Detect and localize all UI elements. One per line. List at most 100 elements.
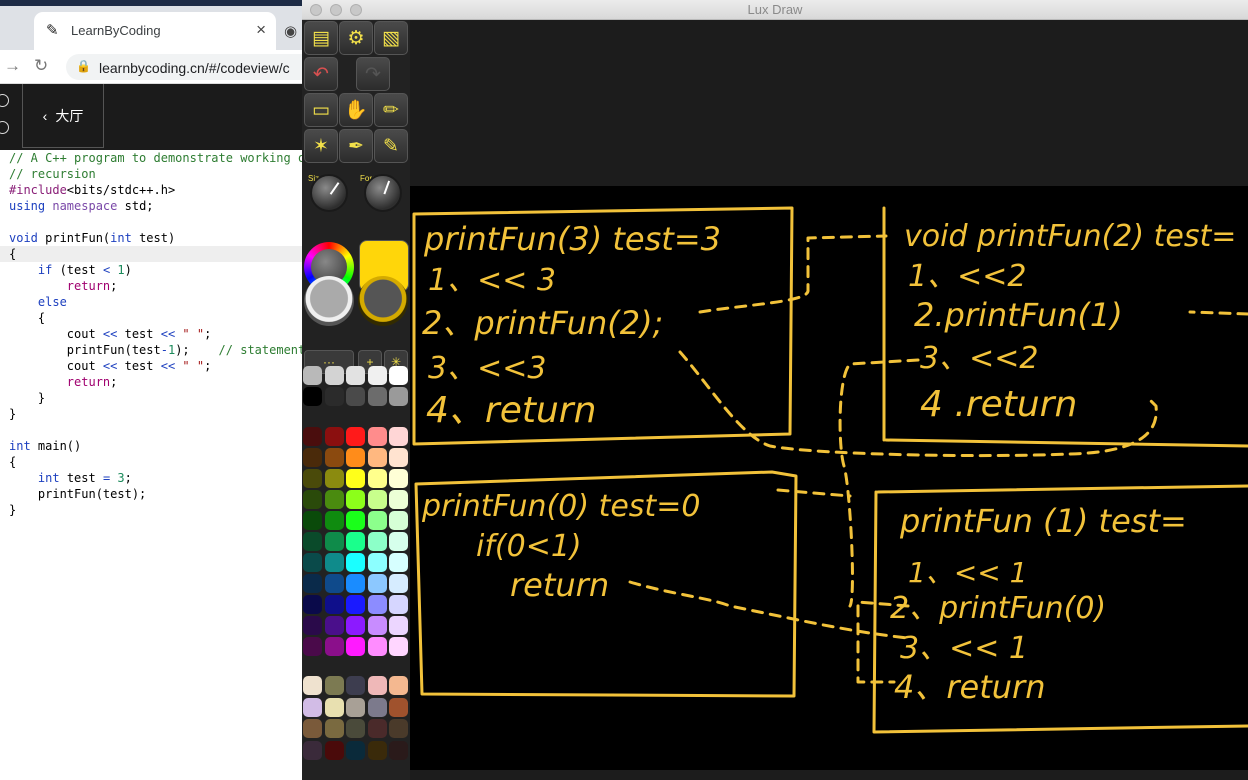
drawing-canvas-area[interactable]: printFun(3) test=3 1、<< 3 2、printFun(2);… [410,20,1248,780]
eraser-icon[interactable]: ▭ [304,93,338,127]
palette-swatch[interactable] [389,637,409,656]
pages-icon[interactable]: ▧ [374,21,408,55]
opacity-knob[interactable] [304,276,354,326]
custom-swatch[interactable] [324,719,344,738]
code-line[interactable]: // A C++ program to demonstrate working … [0,150,302,166]
palette-swatch[interactable] [367,616,387,635]
palette-swatch[interactable] [324,427,344,446]
laser-pen-icon[interactable]: ✶ [304,129,338,163]
palette-swatch[interactable] [324,469,344,488]
radio-icon[interactable] [0,94,9,107]
palette-swatch[interactable] [324,595,344,614]
code-line[interactable]: { [0,310,302,326]
palette-swatch[interactable] [303,469,322,488]
palette-swatch[interactable] [303,490,322,509]
gray-swatch[interactable] [303,387,322,406]
radio-icon[interactable] [0,121,9,134]
palette-swatch[interactable] [389,595,409,614]
tab-close-icon[interactable]: × [256,20,266,40]
gray-swatch[interactable] [367,366,387,385]
browser-tab[interactable]: ✎ LearnByCoding × [34,12,276,50]
palette-swatch[interactable] [346,553,366,572]
palette-swatch[interactable] [346,616,366,635]
redo-icon[interactable]: ↷ [356,57,390,91]
custom-swatch[interactable] [346,740,366,760]
gray-swatch[interactable] [324,387,344,406]
palette-swatch[interactable] [303,448,322,467]
palette-swatch[interactable] [367,532,387,551]
custom-swatch[interactable] [367,676,387,695]
code-line[interactable]: cout << test << " "; [0,326,302,342]
custom-swatch[interactable] [324,697,344,717]
custom-swatch[interactable] [346,697,366,717]
palette-swatch[interactable] [389,574,409,593]
palette-swatch[interactable] [324,616,344,635]
gray-swatch[interactable] [324,366,344,385]
code-line[interactable]: } [0,390,302,406]
palette-swatch[interactable] [389,553,409,572]
palette-swatch[interactable] [303,511,322,530]
custom-swatch[interactable] [346,719,366,738]
code-line[interactable]: cout << test << " "; [0,358,302,374]
marker-icon[interactable]: ✒ [339,129,373,163]
palette-swatch[interactable] [346,595,366,614]
custom-swatch[interactable] [389,697,409,717]
gray-swatch[interactable] [346,387,366,406]
palette-swatch[interactable] [303,427,322,446]
custom-swatch[interactable] [367,697,387,717]
gray-swatch[interactable] [389,387,409,406]
palette-swatch[interactable] [367,553,387,572]
code-line[interactable]: #include<bits/stdc++.h> [0,182,302,198]
palette-swatch[interactable] [389,427,409,446]
code-line[interactable]: using namespace std; [0,198,302,214]
code-line[interactable]: return; [0,374,302,390]
palette-swatch[interactable] [324,532,344,551]
custom-swatch[interactable] [389,719,409,738]
palette-swatch[interactable] [367,469,387,488]
code-line[interactable]: int main() [0,438,302,454]
gray-swatch[interactable] [303,366,322,385]
palette-swatch[interactable] [303,574,322,593]
palette-swatch[interactable] [389,616,409,635]
custom-swatch[interactable] [367,719,387,738]
code-line[interactable]: return; [0,278,302,294]
palette-swatch[interactable] [367,637,387,656]
palette-swatch[interactable] [303,553,322,572]
custom-swatch[interactable] [324,740,344,760]
forward-icon[interactable]: → [4,56,21,76]
code-line[interactable] [0,214,302,230]
palette-swatch[interactable] [367,490,387,509]
palette-swatch[interactable] [324,511,344,530]
palette-swatch[interactable] [346,511,366,530]
palette-swatch[interactable] [346,448,366,467]
palette-swatch[interactable] [346,469,366,488]
palette-swatch[interactable] [367,448,387,467]
palette-swatch[interactable] [389,532,409,551]
palette-swatch[interactable] [303,532,322,551]
palette-swatch[interactable] [346,637,366,656]
palette-swatch[interactable] [346,490,366,509]
custom-swatch[interactable] [389,676,409,695]
gray-swatch[interactable] [346,366,366,385]
url-field[interactable]: 🔒 learnbycoding.cn/#/codeview/c [66,54,302,80]
code-line[interactable]: // recursion [0,166,302,182]
force-knob[interactable] [364,174,402,212]
custom-swatch[interactable] [303,697,322,717]
custom-swatch[interactable] [303,676,322,695]
palette-swatch[interactable] [389,490,409,509]
hand-icon[interactable]: ✋ [339,93,373,127]
code-line[interactable]: else [0,294,302,310]
palette-swatch[interactable] [324,574,344,593]
brightness-knob[interactable] [358,276,408,326]
palette-swatch[interactable] [324,490,344,509]
highlighter-icon[interactable]: ✎ [374,129,408,163]
palette-swatch[interactable] [324,637,344,656]
palette-swatch[interactable] [303,595,322,614]
code-line[interactable]: void printFun(int test) [0,230,302,246]
custom-swatch[interactable] [346,676,366,695]
pencil-icon[interactable]: ✏ [374,93,408,127]
undo-icon[interactable]: ↶ [304,57,338,91]
code-editor[interactable]: // A C++ program to demonstrate working … [0,150,302,780]
palette-swatch[interactable] [389,511,409,530]
custom-swatch[interactable] [324,676,344,695]
